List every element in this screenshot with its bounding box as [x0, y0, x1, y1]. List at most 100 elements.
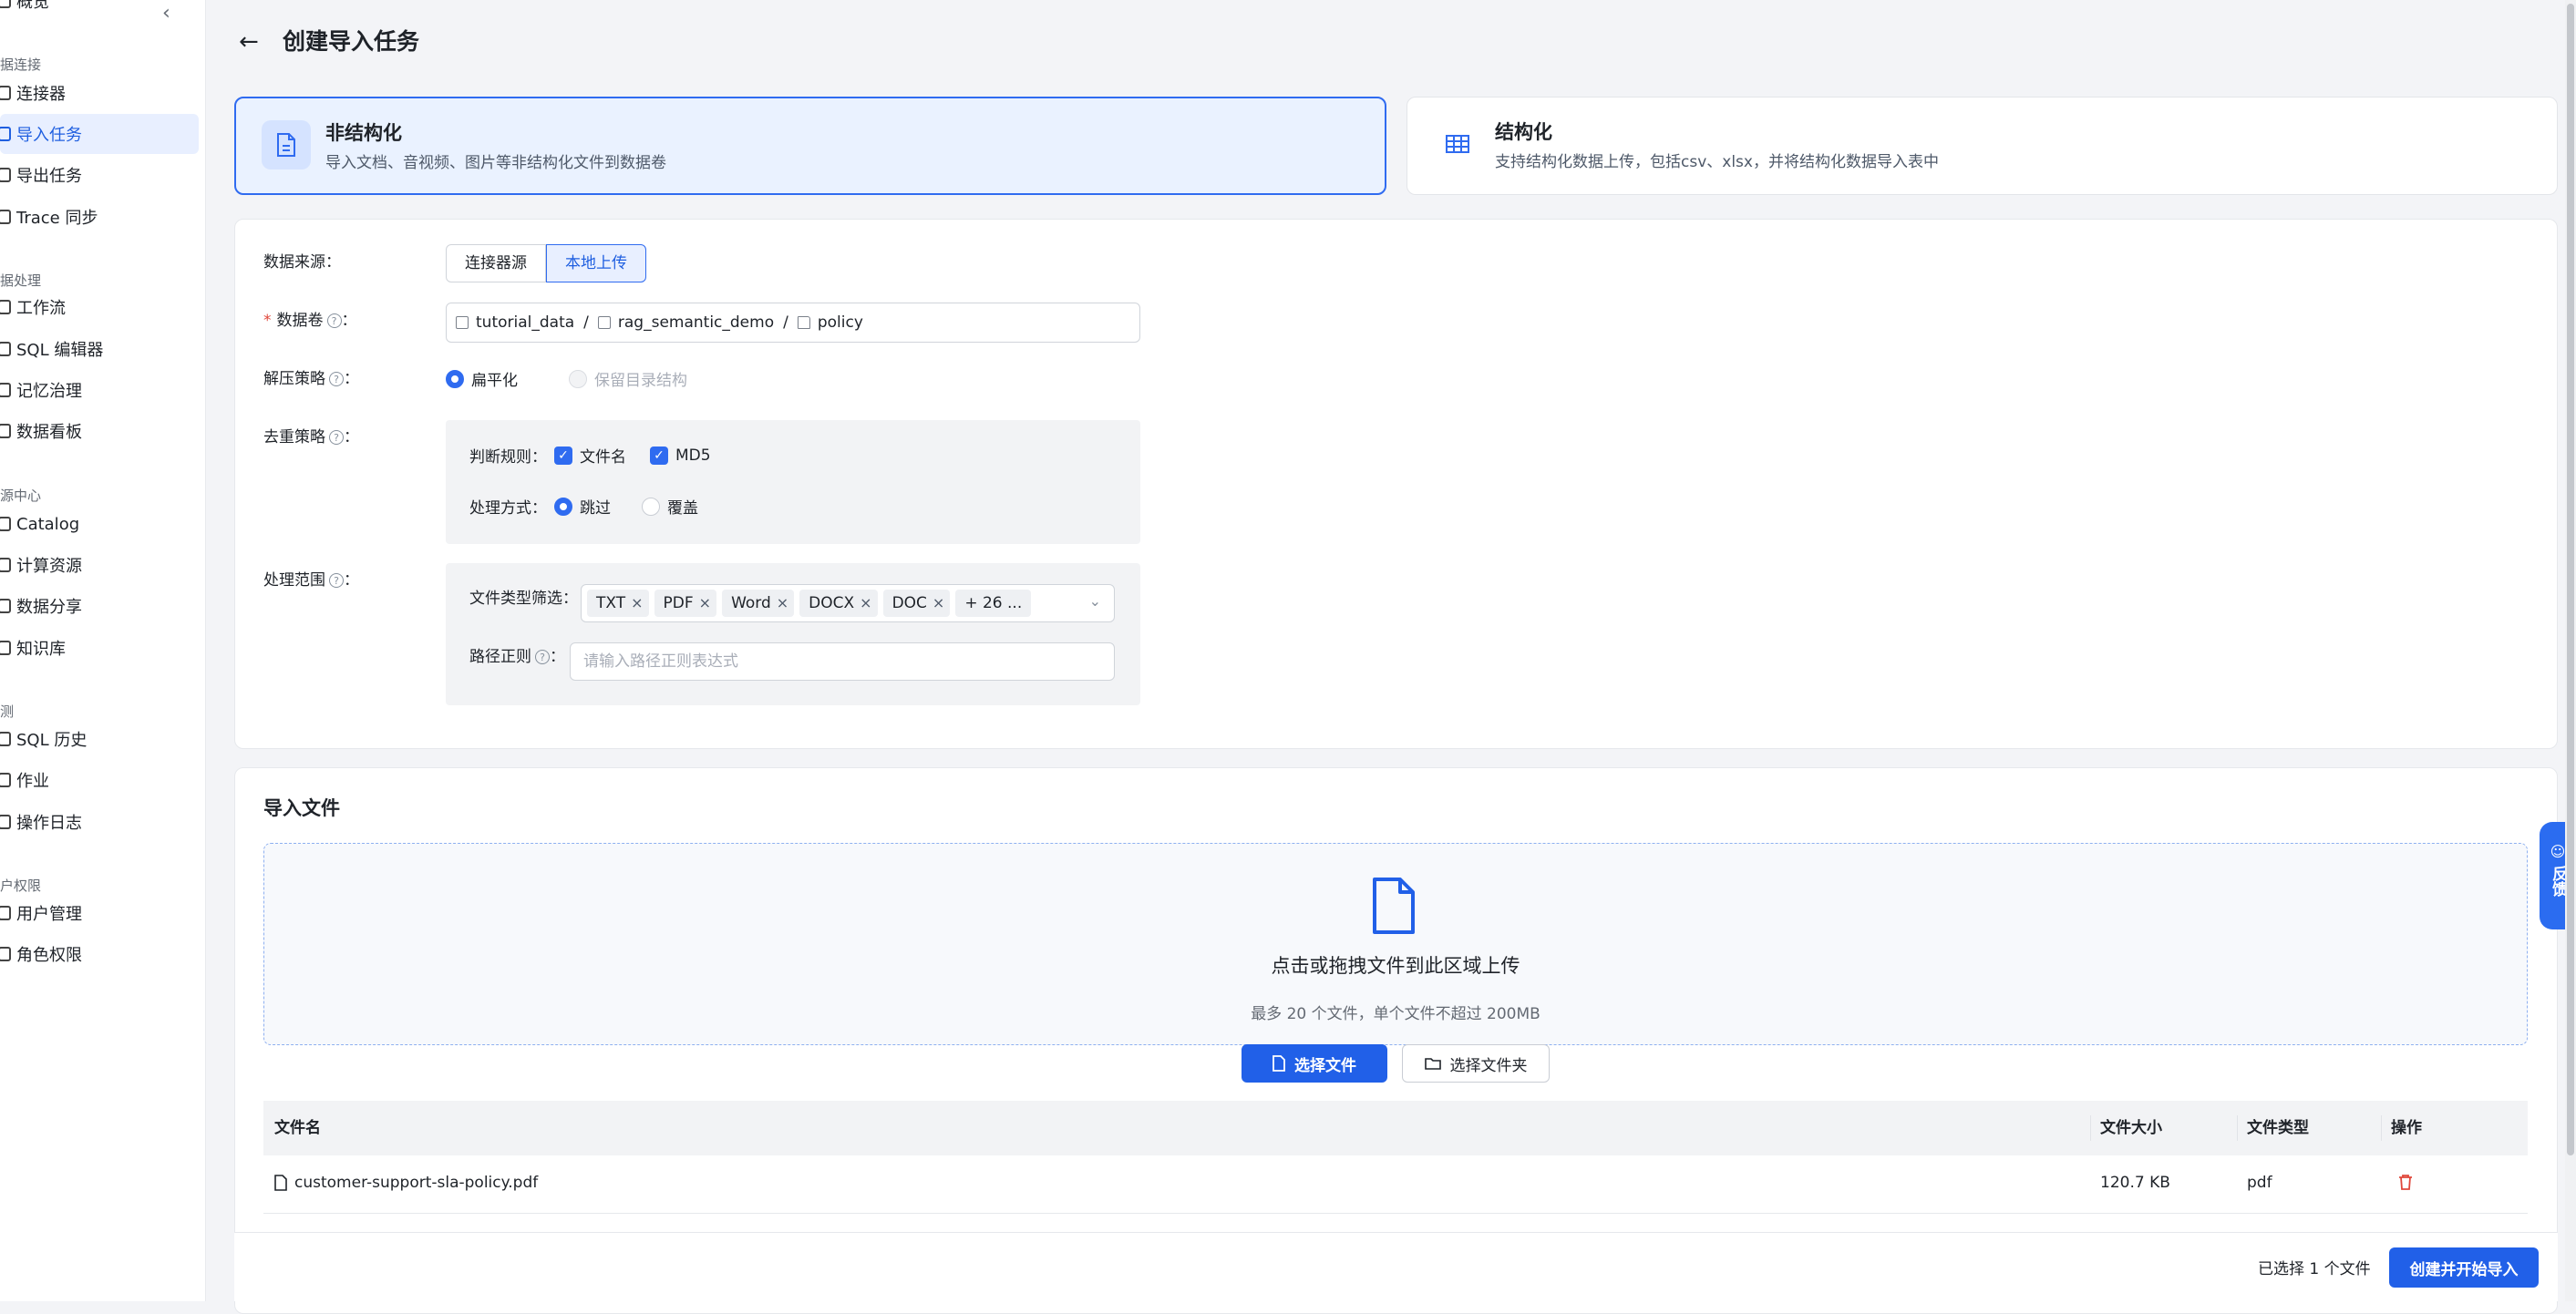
sidebar-item-label: SQL 编辑器: [16, 341, 104, 360]
remove-tag-icon[interactable]: ×: [860, 590, 871, 617]
remove-tag-icon[interactable]: ×: [699, 590, 711, 617]
select-file-button[interactable]: 选择文件: [1242, 1044, 1387, 1083]
remove-tag-icon[interactable]: ×: [631, 590, 643, 617]
scope-label-text: 处理范围: [263, 571, 325, 590]
radio-flatten-label: 扁平化: [471, 372, 518, 390]
help-icon[interactable]: ?: [535, 650, 550, 664]
remove-tag-icon[interactable]: ×: [777, 590, 788, 617]
sidebar-item-1[interactable]: 连接器: [0, 73, 199, 113]
header-type: 文件类型: [2247, 1119, 2309, 1137]
sidebar-item-17[interactable]: 角色权限: [0, 934, 199, 974]
folder-icon: [797, 316, 810, 329]
nav-icon: [0, 641, 11, 655]
sidebar-item-13[interactable]: SQL 历史: [0, 719, 199, 759]
nav-group-label: 户权限: [0, 878, 42, 894]
sidebar-item-15[interactable]: 操作日志: [0, 802, 199, 842]
card-structured[interactable]: 结构化 支持结构化数据上传，包括csv、xlsx，并将结构化数据导入表中: [1406, 97, 2558, 195]
sidebar-item-label: 计算资源: [16, 557, 82, 576]
upload-dropzone[interactable]: 点击或拖拽文件到此区域上传 最多 20 个文件，单个文件不超过 200MB: [263, 843, 2528, 1045]
sidebar-item-14[interactable]: 作业: [0, 760, 199, 800]
scrollbar[interactable]: [2565, 0, 2576, 1301]
path-separator: /: [583, 313, 589, 332]
selected-count: 已选择 1 个文件: [2258, 1260, 2371, 1278]
sidebar-item-12[interactable]: 知识库: [0, 628, 199, 668]
sidebar-item-11[interactable]: 数据分享: [0, 586, 199, 626]
radio-flatten[interactable]: [446, 369, 464, 388]
submit-button[interactable]: 创建并开始导入: [2389, 1247, 2539, 1288]
nav-icon: [0, 773, 11, 787]
radio-skip[interactable]: [554, 497, 572, 516]
help-icon[interactable]: ?: [326, 313, 342, 328]
filetype-tag: Word ×: [722, 590, 795, 617]
card-description: 支持结构化数据上传，包括csv、xlsx，并将结构化数据导入表中: [1495, 153, 1939, 171]
card-unstructured[interactable]: 非结构化 导入文档、音视频、图片等非结构化文件到数据卷: [234, 97, 1386, 195]
dedupe-box: [446, 420, 1140, 544]
sidebar-item-3[interactable]: 导出任务: [0, 155, 199, 195]
volume-path-input[interactable]: tutorial_data / rag_semantic_demo / poli…: [446, 303, 1140, 343]
colon: ：: [550, 648, 565, 666]
sidebar-item-label: 角色权限: [16, 946, 82, 965]
sidebar-item-label: 数据分享: [16, 598, 82, 617]
header-size: 文件大小: [2100, 1119, 2162, 1137]
filetype-tag: DOCX ×: [799, 590, 878, 617]
help-icon[interactable]: ?: [329, 430, 344, 445]
nav-icon: [0, 86, 11, 100]
sidebar-item-2[interactable]: 导入任务: [0, 114, 199, 154]
nav-icon: [0, 210, 11, 224]
filetype-select[interactable]: TXT × PDF × Word × DOCX × DOC × + 26 ... ⌄: [581, 584, 1115, 622]
sidebar-item-8[interactable]: 数据看板: [0, 411, 199, 451]
filetype-tag-label: TXT: [596, 594, 626, 612]
remove-tag-icon[interactable]: ×: [933, 590, 944, 617]
mode-label: 处理方式：: [469, 499, 547, 518]
catalog-icon: [456, 316, 469, 329]
back-arrow-icon[interactable]: ←: [239, 26, 266, 58]
file-name: customer-support-sla-policy.pdf: [294, 1174, 539, 1192]
select-folder-label: 选择文件夹: [1449, 1056, 1528, 1075]
source-label: 数据来源：: [263, 253, 341, 272]
required-mark: *: [263, 312, 272, 330]
nav-group-label: 据连接: [0, 56, 42, 73]
header-action: 操作: [2391, 1119, 2422, 1137]
sidebar-item-4[interactable]: Trace 同步: [0, 197, 199, 237]
sidebar-item-6[interactable]: SQL 编辑器: [0, 329, 199, 369]
more-tags[interactable]: + 26 ...: [955, 590, 1032, 617]
nav-icon: [0, 906, 11, 920]
scrollbar-thumb[interactable]: [2567, 4, 2574, 1155]
dedupe-label: 去重策略?：: [263, 426, 359, 449]
radio-overwrite[interactable]: [642, 497, 660, 516]
regex-input[interactable]: 请输入路径正则表达式: [570, 642, 1115, 681]
sidebar-item-16[interactable]: 用户管理: [0, 893, 199, 933]
sidebar-item-5[interactable]: 工作流: [0, 287, 199, 327]
help-icon[interactable]: ?: [329, 573, 344, 588]
sidebar-item-10[interactable]: 计算资源: [0, 545, 199, 585]
radio-keep-structure-label: 保留目录结构: [594, 372, 687, 390]
path-catalog: tutorial_data: [476, 313, 575, 332]
sidebar-item-label: 连接器: [16, 85, 66, 104]
collapse-sidebar-icon[interactable]: ‹: [162, 2, 170, 25]
radio-overwrite-label: 覆盖: [667, 499, 698, 518]
sidebar: 据连接 据处理 源中心测户权限 概览 连接器 导入任务 导出任务 Trace 同步 工作流 SQ…: [0, 0, 206, 1301]
checkbox-filename[interactable]: ✓: [554, 446, 572, 465]
regex-label-text: 路径正则: [469, 648, 531, 666]
sidebar-item-9[interactable]: Catalog: [0, 504, 199, 544]
file-upload-icon: [1371, 877, 1417, 939]
checkbox-md5[interactable]: ✓: [650, 446, 668, 465]
source-option-connector[interactable]: 连接器源: [446, 244, 546, 282]
colon: ：: [344, 428, 359, 447]
help-icon[interactable]: ?: [329, 372, 344, 386]
delete-icon[interactable]: [2398, 1174, 2413, 1195]
colon: ：: [344, 571, 359, 590]
sidebar-item-label: 作业: [16, 772, 49, 791]
source-segmented: 连接器源 本地上传: [446, 244, 646, 282]
filetype-tag: PDF ×: [654, 590, 717, 617]
nav-icon: [0, 127, 11, 141]
sidebar-item-7[interactable]: 记忆治理: [0, 370, 199, 410]
sidebar-item-label: 知识库: [16, 640, 66, 659]
sidebar-item-label: 操作日志: [16, 814, 82, 833]
select-folder-button[interactable]: 选择文件夹: [1402, 1044, 1550, 1083]
chevron-down-icon[interactable]: ⌄: [1089, 592, 1101, 610]
source-option-local[interactable]: 本地上传: [546, 244, 646, 282]
footer-bar: 已选择 1 个文件 创建并开始导入: [234, 1232, 2558, 1301]
regex-label: 路径正则?：: [469, 645, 565, 669]
sidebar-item-label: 导入任务: [16, 126, 82, 145]
